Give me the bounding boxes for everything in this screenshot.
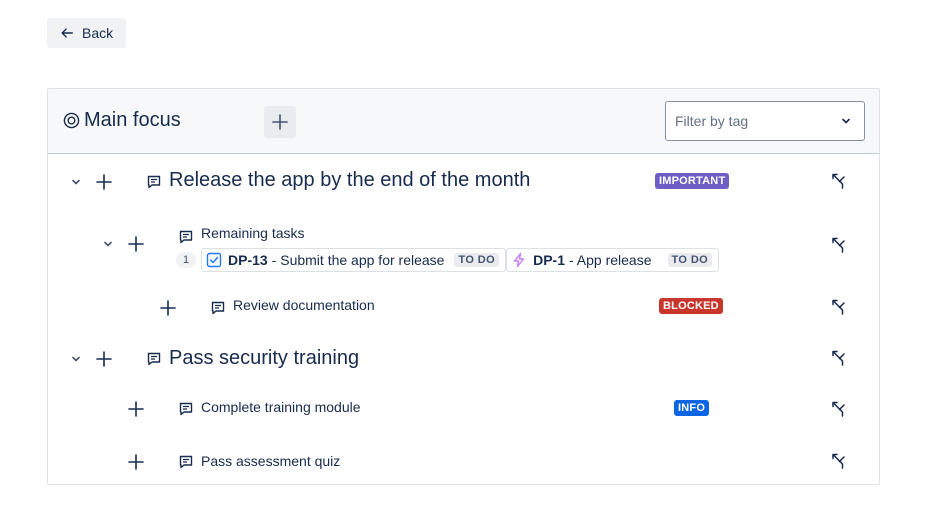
comment-icon	[179, 455, 193, 469]
issue-key: DP-1	[533, 252, 565, 268]
chevron-down-icon	[104, 241, 112, 247]
title-text: Main focus	[84, 109, 181, 131]
comment-icon	[147, 175, 161, 189]
lightning-icon	[513, 252, 525, 268]
comment-button[interactable]	[146, 174, 162, 190]
arrow-left-icon	[61, 28, 73, 38]
task-row: Review documentation BLOCKED	[48, 286, 879, 326]
comment-icon	[147, 352, 161, 366]
panel-header: Main focus Filter by tag	[48, 89, 879, 154]
comment-button[interactable]	[178, 401, 194, 417]
issue-card[interactable]: DP-13 - Submit the app for release TO DO	[201, 248, 507, 272]
plus-icon	[96, 351, 112, 367]
issue-key: DP-13	[228, 252, 268, 268]
issue-card[interactable]: DP-1 - App release TO DO	[506, 248, 720, 272]
plus-icon	[128, 401, 144, 417]
page-title: Main focus	[63, 109, 181, 132]
add-subitem-button[interactable]	[126, 452, 146, 472]
row-title[interactable]: Release the app by the end of the month	[169, 169, 530, 192]
collapse-toggle[interactable]	[68, 174, 84, 190]
add-subitem-button[interactable]	[158, 298, 178, 318]
task-row: Pass assessment quiz	[48, 442, 879, 482]
row-title[interactable]: Review documentation	[233, 297, 375, 313]
linked-issues: 1 DP-13 - Submit the app for release TO …	[176, 248, 720, 272]
collapse-toggle[interactable]	[68, 351, 84, 367]
branch-icon[interactable]	[830, 236, 848, 254]
branch-icon[interactable]	[830, 298, 848, 316]
tag-lozenge: INFO	[674, 400, 710, 416]
add-subitem-button[interactable]	[126, 399, 146, 419]
plus-icon	[160, 300, 176, 316]
comment-icon	[179, 402, 193, 416]
comment-button[interactable]	[146, 351, 162, 367]
issue-count-badge: 1	[176, 252, 196, 268]
filter-by-tag-select[interactable]: Filter by tag	[665, 101, 865, 141]
issue-summary: - Submit the app for release	[271, 252, 445, 268]
focus-panel: Main focus Filter by tag Release the app…	[47, 88, 880, 485]
goal-row: Pass security training	[48, 334, 879, 384]
status-badge: TO DO	[454, 253, 500, 267]
chevron-down-icon	[72, 179, 80, 185]
chevron-down-icon	[842, 118, 850, 124]
tag-lozenge: IMPORTANT	[655, 173, 730, 189]
row-title[interactable]: Remaining tasks	[201, 225, 305, 241]
back-button[interactable]: Back	[47, 18, 126, 48]
task-row: Complete training module INFO	[48, 389, 879, 429]
plus-icon	[96, 174, 112, 190]
tag-lozenge: BLOCKED	[659, 298, 723, 314]
filter-placeholder: Filter by tag	[675, 113, 749, 129]
branch-icon[interactable]	[830, 400, 848, 418]
row-title[interactable]: Pass security training	[169, 347, 359, 370]
row-title[interactable]: Complete training module	[201, 399, 361, 415]
branch-icon[interactable]	[830, 452, 848, 470]
branch-icon[interactable]	[830, 172, 848, 190]
add-subitem-button[interactable]	[94, 349, 114, 369]
branch-icon[interactable]	[830, 349, 848, 367]
status-badge: TO DO	[667, 253, 713, 267]
plus-icon	[272, 114, 288, 130]
collapse-toggle[interactable]	[100, 236, 116, 252]
comment-icon	[179, 230, 193, 244]
plus-icon	[128, 454, 144, 470]
goal-row: Release the app by the end of the month …	[48, 154, 879, 204]
plus-icon	[128, 236, 144, 252]
back-label: Back	[82, 25, 114, 41]
add-subitem-button[interactable]	[94, 172, 114, 192]
chevron-down-icon	[72, 356, 80, 362]
target-icon	[63, 112, 80, 129]
issue-summary: - App release	[569, 252, 652, 268]
comment-button[interactable]	[178, 454, 194, 470]
row-title[interactable]: Pass assessment quiz	[201, 453, 340, 469]
comment-button[interactable]	[210, 300, 226, 316]
comment-icon	[211, 301, 225, 315]
add-focus-button[interactable]	[264, 106, 296, 138]
task-checkbox-icon	[206, 252, 222, 268]
comment-button[interactable]	[178, 229, 194, 245]
add-subitem-button[interactable]	[126, 234, 146, 254]
